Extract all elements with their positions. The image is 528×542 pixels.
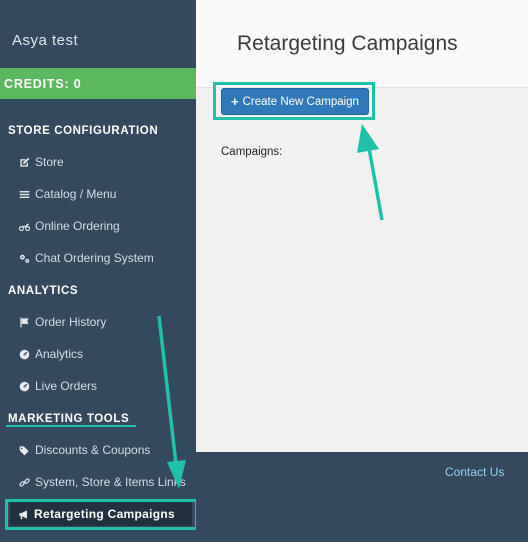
sidebar-item-label: Chat Ordering System xyxy=(35,251,154,265)
list-icon xyxy=(17,187,31,201)
main-content xyxy=(196,88,528,452)
sidebar-item-label: System, Store & Items Links xyxy=(35,475,186,489)
create-campaign-label: Create New Campaign xyxy=(242,95,359,108)
sidebar: Asya test CREDITS: 0 STORE CONFIGURATION… xyxy=(0,0,198,542)
sidebar-item-catalog[interactable]: Catalog / Menu xyxy=(17,183,192,205)
sidebar-item-store[interactable]: Store xyxy=(17,151,192,173)
section-analytics: ANALYTICS xyxy=(8,285,79,297)
page-header: Retargeting Campaigns xyxy=(196,0,528,88)
active-item-highlight xyxy=(5,499,198,530)
sidebar-item-analytics[interactable]: Analytics xyxy=(17,343,192,365)
credits-bar: CREDITS: 0 xyxy=(0,68,196,99)
brand-name[interactable]: Asya test xyxy=(12,32,78,49)
sidebar-item-live-orders[interactable]: Live Orders xyxy=(17,375,192,397)
sidebar-item-label: Discounts & Coupons xyxy=(35,443,151,457)
tags-icon xyxy=(17,443,31,457)
sidebar-item-label: Order History xyxy=(35,315,107,329)
sidebar-item-label: Online Ordering xyxy=(35,219,120,233)
flag-icon xyxy=(17,315,31,329)
contact-us-link[interactable]: Contact Us xyxy=(445,465,504,479)
dashboard-icon xyxy=(17,379,31,393)
section-store-configuration: STORE CONFIGURATION xyxy=(8,125,159,137)
sidebar-item-online-ordering[interactable]: Online Ordering xyxy=(17,215,192,237)
section-marketing-tools: MARKETING TOOLS xyxy=(8,413,130,425)
sidebar-item-label: Store xyxy=(35,155,64,169)
page-title: Retargeting Campaigns xyxy=(237,32,458,55)
sidebar-item-links[interactable]: System, Store & Items Links xyxy=(17,471,192,493)
sidebar-item-order-history[interactable]: Order History xyxy=(17,311,192,333)
gears-icon xyxy=(17,251,31,265)
sidebar-item-discounts[interactable]: Discounts & Coupons xyxy=(17,439,192,461)
plus-icon: + xyxy=(231,94,239,109)
motorcycle-icon xyxy=(17,219,31,233)
create-campaign-button[interactable]: + Create New Campaign xyxy=(221,88,369,115)
sidebar-item-label: Live Orders xyxy=(35,379,98,393)
footer: Contact Us xyxy=(196,452,528,542)
sidebar-item-chat-ordering[interactable]: Chat Ordering System xyxy=(17,247,192,269)
sidebar-item-label: Analytics xyxy=(35,347,84,361)
marketing-underline-highlight xyxy=(6,425,136,427)
dashboard-icon xyxy=(17,347,31,361)
campaigns-label: Campaigns: xyxy=(221,146,283,158)
sidebar-item-label: Catalog / Menu xyxy=(35,187,117,201)
link-icon xyxy=(17,475,31,489)
edit-icon xyxy=(17,155,31,169)
